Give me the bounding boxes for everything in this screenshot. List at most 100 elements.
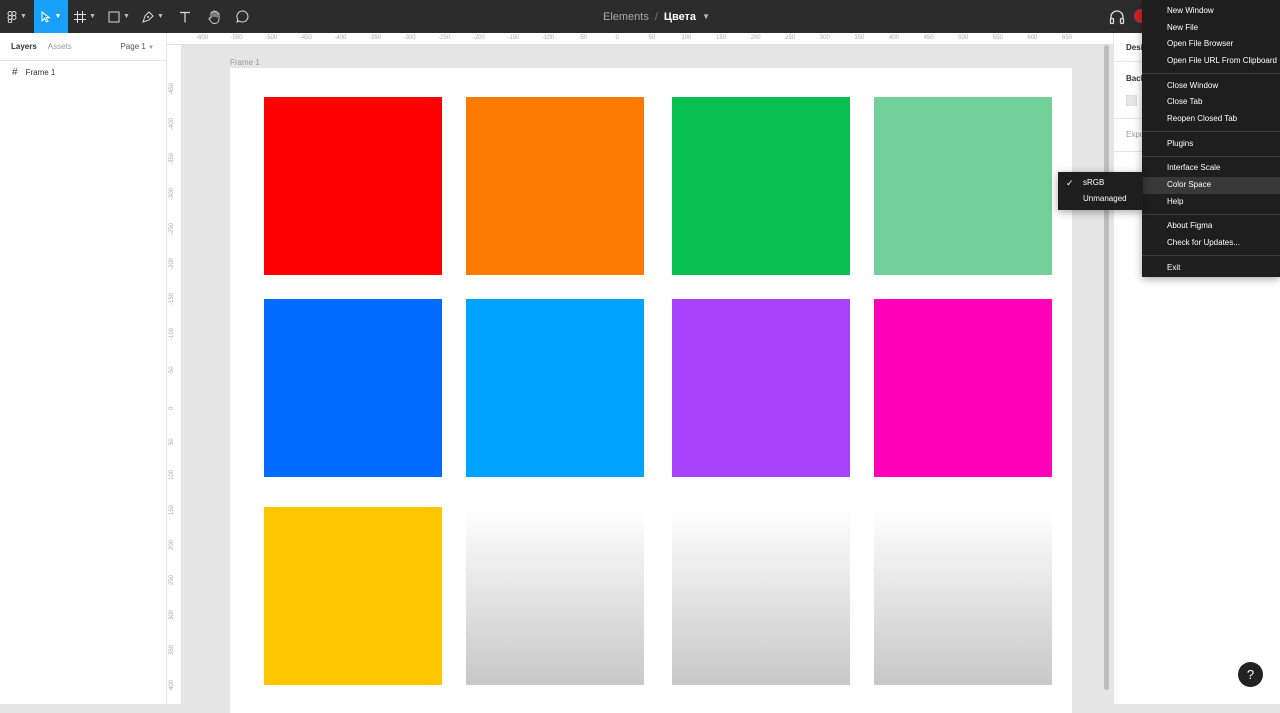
main-menu: New Window New File Open File Browser Open … (1142, 0, 1280, 277)
ruler-tick-label: 550 (992, 35, 1003, 41)
menu-item-color-space[interactable]: Color Space (1142, 176, 1280, 194)
menu-item-close-window[interactable]: Close Window (1142, 78, 1280, 95)
breadcrumb-separator: / (654, 10, 658, 23)
ruler-tick-label: 200 (750, 35, 761, 41)
chevron-down-icon: ▼ (20, 13, 27, 20)
menu-item-exit[interactable]: Exit (1142, 260, 1280, 277)
ruler-tick-label: -100 (169, 327, 175, 340)
ruler-tick-label: 400 (888, 35, 900, 41)
ruler-tick-label: -300 (403, 35, 416, 41)
color-swatch[interactable] (466, 97, 644, 275)
ruler-tick-label: 250 (785, 35, 796, 41)
menu-item-new-file[interactable]: New File (1142, 20, 1280, 37)
menu-item-plugins[interactable]: Plugins (1142, 136, 1280, 153)
ruler-tick-label: -250 (438, 35, 451, 41)
ruler-tick-label: 200 (169, 539, 175, 550)
text-tool-button[interactable] (170, 0, 200, 33)
hand-tool-button[interactable] (200, 0, 228, 33)
layer-name: Frame 1 (25, 67, 56, 77)
menu-item-open-file-url-from-clipboard[interactable]: Open File URL From Clipboard (1142, 53, 1280, 70)
background-color-swatch[interactable] (1126, 95, 1137, 106)
hand-icon (208, 10, 219, 24)
color-swatch[interactable] (672, 299, 850, 477)
ruler-tick-label: 100 (681, 35, 692, 41)
color-swatch[interactable] (874, 507, 1052, 685)
main-menu-icon (7, 10, 17, 23)
ruler-tick-label: -600 (195, 35, 209, 41)
comment-icon (235, 10, 248, 23)
ruler-tick-label: -450 (169, 82, 175, 95)
menu-item-srgb[interactable]: ✓ sRGB (1058, 175, 1143, 191)
frame-icon: # (12, 66, 18, 78)
ruler-tick-label: -400 (334, 35, 347, 41)
ruler-tick-label: 350 (169, 644, 175, 655)
color-swatch[interactable] (874, 299, 1052, 477)
menu-item-interface-scale[interactable]: Interface Scale (1142, 160, 1280, 177)
color-space-submenu: ✓ sRGB Unmanaged (1058, 172, 1143, 210)
ruler-tick-label: -50 (578, 35, 587, 41)
canvas[interactable]: Frame 1 (182, 45, 1113, 713)
color-swatch[interactable] (466, 507, 644, 685)
color-swatch[interactable] (672, 507, 850, 685)
frame[interactable] (230, 68, 1072, 713)
ruler-tick-label: -450 (299, 35, 312, 41)
comment-tool-button[interactable] (228, 0, 256, 33)
page-selector[interactable]: Page 1 ▼ (120, 42, 154, 51)
menu-item-label: Unmanaged (1083, 194, 1127, 203)
ruler-tick-label: 50 (169, 438, 175, 445)
help-button[interactable]: ? (1238, 662, 1263, 687)
pen-icon (142, 10, 154, 23)
menu-item-open-file-browser[interactable]: Open File Browser (1142, 36, 1280, 53)
menu-separator (1142, 255, 1280, 257)
menu-item-new-window[interactable]: New Window (1142, 3, 1280, 20)
color-swatch[interactable] (466, 299, 644, 477)
main-menu-button[interactable]: ▼ (0, 0, 34, 33)
ruler-tick-label: 450 (923, 35, 934, 41)
menu-separator (1142, 213, 1280, 215)
ruler-tick-label: -150 (169, 292, 175, 305)
ruler-tick-label: 150 (169, 504, 175, 515)
shape-tool-button[interactable]: ▼ (102, 0, 136, 33)
ruler-vertical: -450 -400 -350 -300 -250 -200 -150 -100 -50 0 50 10… (167, 45, 182, 704)
ruler-horizontal: -600 -550 -500 -450 -400 -350 -300 -250 -200 -150… (167, 33, 1113, 45)
checkmark-icon: ✓ (1066, 178, 1074, 188)
chevron-down-icon[interactable]: ▼ (702, 12, 710, 21)
tab-assets[interactable]: Assets (48, 42, 72, 51)
menu-item-close-tab[interactable]: Close Tab (1142, 94, 1280, 111)
color-swatch[interactable] (264, 97, 442, 275)
ruler-tick-label: -150 (507, 35, 520, 41)
color-swatch[interactable] (264, 299, 442, 477)
ruler-tick-label: -200 (169, 257, 175, 270)
menu-separator (1142, 155, 1280, 157)
headphones-icon[interactable] (1108, 8, 1126, 26)
page-name: Page 1 (120, 42, 146, 51)
menu-item-unmanaged[interactable]: Unmanaged (1058, 191, 1143, 207)
color-swatch[interactable] (874, 97, 1052, 275)
menu-item-help[interactable]: Help (1142, 194, 1280, 211)
ruler-tick-label: 350 (854, 35, 865, 41)
frame-label[interactable]: Frame 1 (230, 58, 260, 67)
chevron-down-icon: ▼ (89, 13, 96, 20)
ruler-tick-label: -350 (169, 152, 175, 165)
menu-item-about-figma[interactable]: About Figma (1142, 218, 1280, 235)
ruler-tick-label: 600 (1027, 35, 1038, 41)
color-swatch[interactable] (264, 507, 442, 685)
tab-design[interactable]: Desi (1126, 43, 1143, 52)
vertical-scrollbar[interactable] (1104, 45, 1109, 690)
menu-item-label: sRGB (1083, 178, 1105, 187)
file-name[interactable]: Цвета (664, 11, 696, 23)
ruler-tick-label: 250 (169, 574, 175, 585)
layer-row[interactable]: # Frame 1 (0, 61, 166, 83)
color-swatch[interactable] (672, 97, 850, 275)
frame-tool-button[interactable]: ▼ (68, 0, 102, 33)
breadcrumb: Elements / Цвета ▼ (603, 0, 710, 33)
project-name[interactable]: Elements (603, 11, 649, 23)
menu-item-check-for-updates[interactable]: Check for Updates... (1142, 235, 1280, 252)
chevron-down-icon: ▼ (54, 13, 62, 20)
tab-layers[interactable]: Layers (11, 42, 37, 51)
ruler-tick-label: -350 (368, 35, 382, 41)
shape-icon (108, 11, 120, 22)
move-tool-button[interactable]: ▼ (34, 0, 68, 33)
pen-tool-button[interactable]: ▼ (136, 0, 170, 33)
menu-item-reopen-closed-tab[interactable]: Reopen Closed Tab (1142, 111, 1280, 128)
